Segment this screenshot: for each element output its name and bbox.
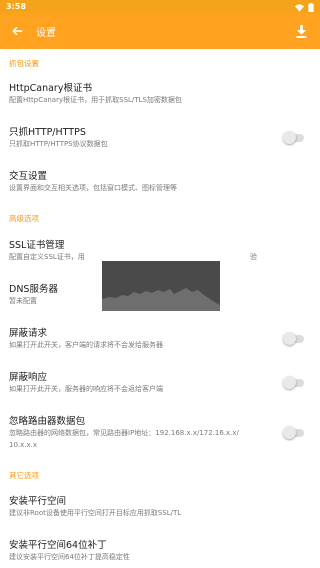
fade-overlay [218,500,288,536]
setting-http-only[interactable]: 只抓HTTP/HTTPS 只抓取HTTP/HTTPS协议数据包 [0,124,320,156]
block-response-switch[interactable] [283,376,304,389]
setting-ignore-router[interactable]: 忽略路由器数据包 忽略路由器的网络数据包，常见路由器IP地址：192.168.x… [0,413,320,457]
setting-title: 屏蔽请求 [9,328,48,339]
graph-overlay-sparkline [102,288,220,311]
setting-subtitle: 只抓取HTTP/HTTPS协议数据包 [9,140,108,148]
section-header-capture: 抓包设置 [9,59,39,68]
setting-title: DNS服务器 [9,284,58,295]
setting-title: 安装平行空间64位补丁 [9,540,107,551]
setting-subtitle-line2: 10.x.x.x [9,441,38,449]
setting-subtitle-tail: 验 [250,253,257,261]
setting-title: HttpCanary根证书 [9,83,92,94]
setting-title: 安装平行空间 [9,496,67,507]
graph-overlay [102,261,220,311]
switch-knob [283,376,296,389]
section-header-advanced: 高级选项 [9,214,39,223]
setting-block-request[interactable]: 屏蔽请求 如果打开此开关，客户端的请求将不会发给服务器 [0,325,320,357]
setting-block-response[interactable]: 屏蔽响应 如果打开此开关，服务器的响应将不会返给客户端 [0,369,320,401]
setting-subtitle: 如果打开此开关，客户端的请求将不会发给服务器 [9,341,163,349]
setting-title: 忽略路由器数据包 [9,416,86,427]
setting-subtitle: 暂未配置 [9,297,37,305]
section-header-other: 其它选项 [9,471,39,480]
ignore-router-switch[interactable] [283,426,304,439]
setting-subtitle: 建议安装平行空间64位补丁提高稳定性 [9,553,130,561]
setting-title: 只抓HTTP/HTTPS [9,127,86,138]
setting-parallel-space-64[interactable]: 安装平行空间64位补丁 建议安装平行空间64位补丁提高稳定性 [0,537,320,568]
setting-subtitle: 设置界面和交互相关选项，包括窗口模式、图标管理等 [9,184,177,192]
setting-subtitle: 配置自定义SSL证书，用 [9,253,85,261]
setting-root-cert[interactable]: HttpCanary根证书 配置HttpCanary根证书，用于抓取SSL/TL… [0,80,320,112]
setting-subtitle: 配置HttpCanary根证书，用于抓取SSL/TLS加密数据包 [9,96,182,104]
setting-title: SSL证书管理 [9,240,65,251]
http-only-switch[interactable] [283,131,304,144]
setting-subtitle: 忽略路由器的网络数据包，常见路由器IP地址：192.168.x.x/172.16… [9,429,239,437]
switch-knob [283,131,296,144]
setting-interaction[interactable]: 交互设置 设置界面和交互相关选项，包括窗口模式、图标管理等 [0,168,320,200]
switch-knob [283,332,296,345]
setting-title: 交互设置 [9,171,48,182]
switch-knob [283,426,296,439]
setting-subtitle: 建议非Root设备使用平行空间打开目标应用抓取SSL/TL [9,509,182,517]
block-request-switch[interactable] [283,332,304,345]
setting-title: 屏蔽响应 [9,372,48,383]
setting-subtitle: 如果打开此开关，服务器的响应将不会返给客户端 [9,385,163,393]
